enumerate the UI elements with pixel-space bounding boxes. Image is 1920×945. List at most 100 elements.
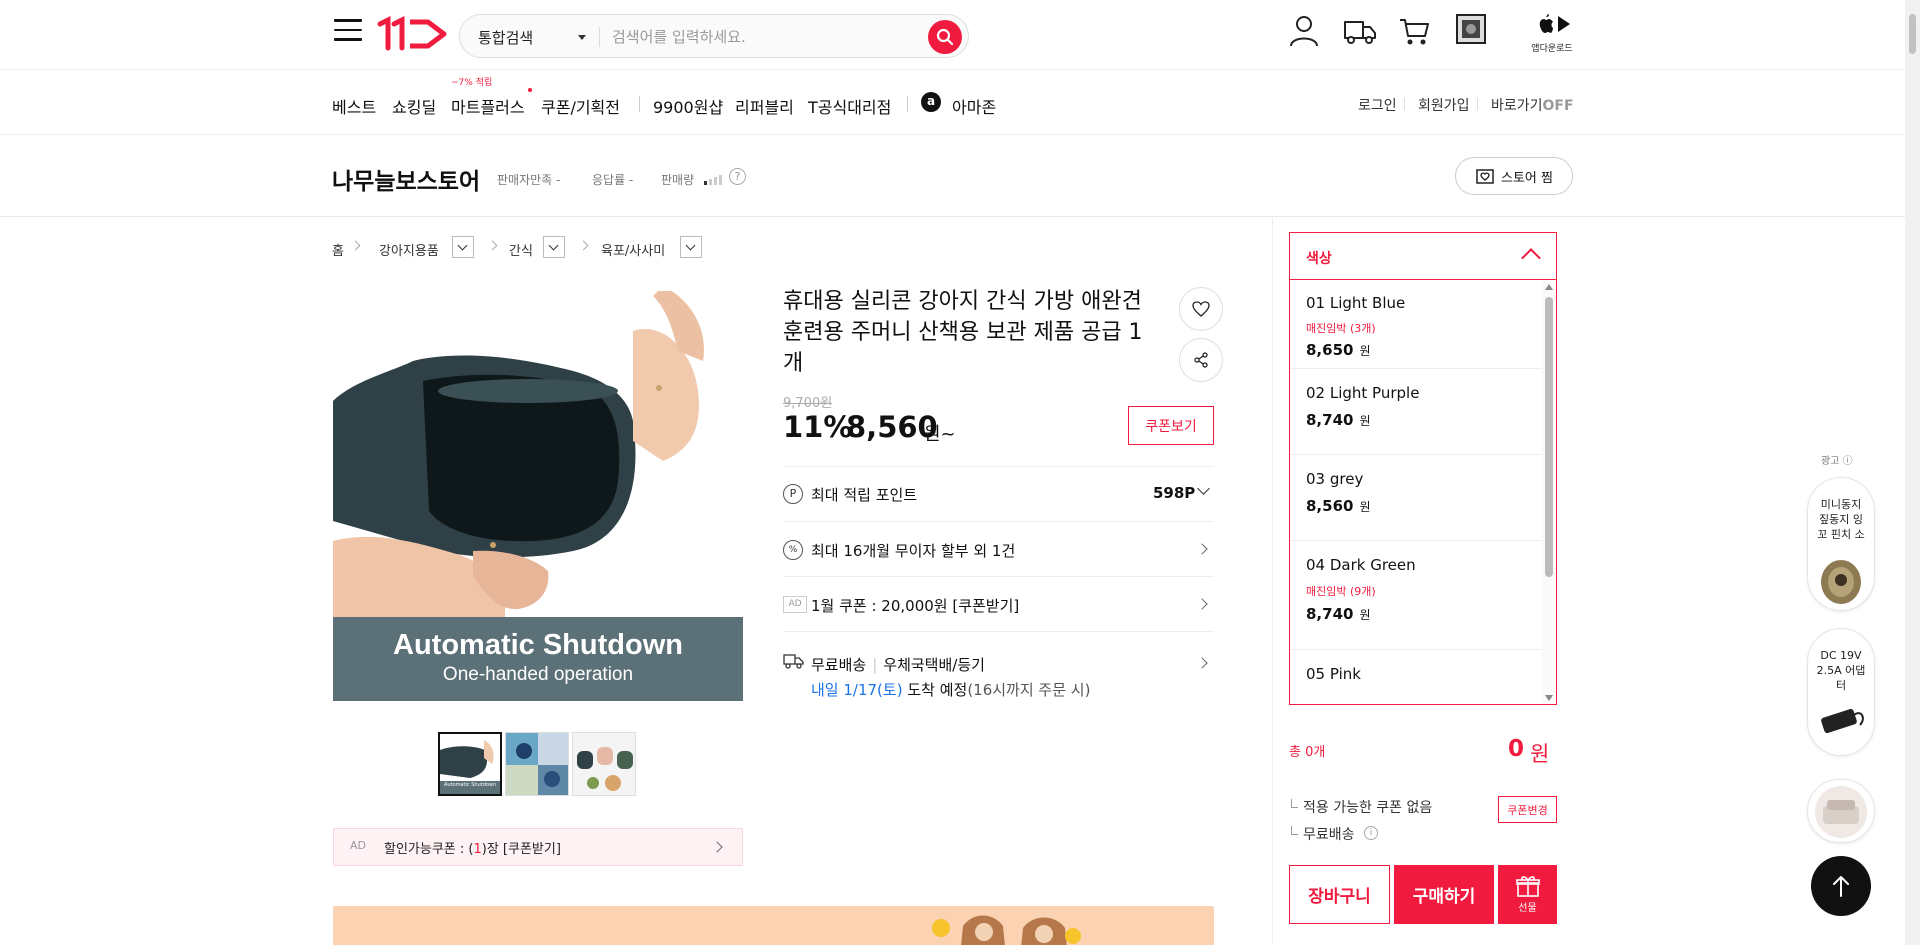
side-ad-card-3[interactable]	[1807, 779, 1875, 843]
amazon-icon[interactable]: a	[921, 92, 941, 112]
option-name: 04 Dark Green	[1306, 556, 1416, 574]
coupon-change-button[interactable]: 쿠폰변경	[1498, 796, 1557, 823]
scrollbar-thumb[interactable]	[1909, 14, 1916, 54]
chevron-down-icon[interactable]	[578, 35, 586, 40]
image-caption-band: Automatic Shutdown One-handed operation	[333, 617, 743, 701]
login-link[interactable]: 로그인	[1358, 95, 1397, 115]
delivery-button[interactable]	[1343, 14, 1377, 54]
info-icon[interactable]: i	[1364, 826, 1378, 840]
nav-item-mart-plus[interactable]: 마트플러스	[451, 94, 525, 118]
side-ad-card-2[interactable]: DC 19V 2.5A 어댑터	[1807, 628, 1875, 756]
app-download-label[interactable]: 앱다운로드	[1530, 41, 1574, 54]
option-item-dark-green[interactable]: 04 Dark Green 매진임박 (9개) 8,740 원	[1290, 541, 1542, 650]
11st-logo[interactable]	[376, 16, 450, 52]
breadcrumb-dog-supplies[interactable]: 강아지용품	[379, 240, 439, 259]
breadcrumb-home[interactable]: 홈	[332, 240, 344, 259]
scrollbar-thumb[interactable]	[1545, 297, 1553, 577]
chevron-right-icon	[350, 240, 361, 251]
share-button[interactable]	[1179, 338, 1223, 382]
color-option-dropdown: 색상 01 Light Blue 매진임박 (3개) 8,650 원 02 Lig…	[1289, 232, 1557, 705]
quick-go-state: OFF	[1542, 98, 1574, 114]
image-caption-title: Automatic Shutdown	[393, 629, 683, 661]
coupon-ad-row[interactable]: AD 1월 쿠폰 : 20,000원 [쿠폰받기]	[783, 576, 1214, 631]
option-item-pink[interactable]: 05 Pink	[1290, 650, 1542, 704]
nav-item-coupon[interactable]: 쿠폰/기획전	[541, 94, 620, 118]
share-icon	[1194, 352, 1208, 368]
breadcrumb-dropdown[interactable]	[680, 236, 702, 258]
thumbnail-2[interactable]	[505, 732, 569, 796]
option-name: 03 grey	[1306, 470, 1364, 488]
scroll-up-arrow[interactable]	[1545, 284, 1553, 290]
points-icon: P	[783, 484, 803, 504]
promo-banner[interactable]	[333, 906, 1214, 945]
add-to-cart-button[interactable]: 장바구니	[1289, 865, 1390, 924]
option-price: 8,650 원	[1306, 341, 1371, 359]
free-shipping-line: 무료배송	[1291, 824, 1355, 844]
points-row[interactable]: P 최대 적립 포인트 598P	[783, 466, 1214, 521]
shipping-row[interactable]: 무료배송 | 우체국택배/등기 내일 1/17(토) 도착 예정(16시까지 주문 …	[783, 631, 1214, 701]
thumbnail-caption: Automatic Shutdown	[444, 782, 497, 788]
search-input[interactable]	[612, 24, 912, 50]
scroll-to-top-button[interactable]	[1811, 856, 1871, 916]
chevron-right-icon	[487, 240, 498, 251]
signup-link[interactable]: 회원가입	[1418, 95, 1470, 115]
nav-item-shocking-deal[interactable]: 쇼킹딜	[392, 94, 436, 118]
option-name: 05 Pink	[1306, 665, 1361, 683]
breadcrumb-jerky[interactable]: 육포/사사미	[601, 240, 665, 259]
chevron-right-icon	[578, 240, 589, 251]
search-button[interactable]	[928, 20, 962, 54]
gift-button[interactable]: 선물	[1498, 865, 1557, 924]
menu-icon[interactable]	[334, 19, 362, 43]
nav-item-9900-shop[interactable]: 9900원샵	[653, 94, 723, 118]
my-page-button[interactable]	[1289, 14, 1319, 54]
silicone-pouch-photo	[333, 291, 743, 617]
price-unit: 원~	[924, 424, 956, 445]
installment-row[interactable]: % 최대 16개월 무이자 할부 외 1건	[783, 521, 1214, 576]
option-name: 02 Light Purple	[1306, 384, 1420, 402]
installment-text: 최대 16개월 무이자 할부 외 1건	[811, 542, 1016, 560]
scroll-down-arrow[interactable]	[1545, 695, 1553, 701]
discount-coupon-bar[interactable]: AD 할인가능쿠폰 : (1)장 [쿠폰받기]	[333, 828, 743, 866]
help-icon[interactable]: ?	[729, 168, 746, 185]
recent-viewed-button[interactable]	[1456, 14, 1486, 54]
nav-item-best[interactable]: 베스트	[332, 94, 376, 118]
shipping-text: 무료배송 | 우체국택배/등기	[811, 656, 985, 674]
side-ad-card-1[interactable]: 미니동지 짚동지 잉꼬 핀치 소	[1807, 477, 1875, 611]
image-caption-subtitle: One-handed operation	[442, 664, 634, 685]
option-item-light-blue[interactable]: 01 Light Blue 매진임박 (3개) 8,650 원	[1290, 281, 1542, 369]
option-scrollbar[interactable]	[1542, 281, 1556, 704]
buy-now-button[interactable]: 구매하기	[1394, 865, 1494, 924]
quick-go-toggle[interactable]: 바로가기OFF	[1491, 95, 1574, 115]
breadcrumb-snacks[interactable]: 간식	[509, 240, 533, 259]
option-item-light-purple[interactable]: 02 Light Purple 8,740 원	[1290, 369, 1542, 455]
thumbnail-1[interactable]: Automatic Shutdown	[438, 732, 502, 796]
thumbnail-3[interactable]	[572, 732, 636, 796]
wishlist-button[interactable]	[1179, 287, 1223, 331]
nav-item-amazon[interactable]: 아마존	[952, 94, 996, 118]
chevron-right-icon	[711, 841, 723, 853]
search-category-select[interactable]: 통합검색	[478, 27, 533, 48]
store-favorite-button[interactable]: 스토어 찜	[1455, 157, 1573, 195]
store-name[interactable]: 나무늘보스토어	[332, 162, 480, 196]
total-price: 0	[1508, 736, 1525, 762]
thumbnail-image	[573, 733, 635, 795]
coupon-view-button[interactable]: 쿠폰보기	[1128, 406, 1214, 445]
product-main-image[interactable]: Automatic Shutdown One-handed operation	[333, 291, 743, 701]
ad-tag: AD	[350, 839, 366, 852]
side-ad-text: 미니동지 짚동지 잉꼬 핀치 소	[1817, 498, 1865, 541]
option-header[interactable]: 색상	[1290, 233, 1556, 280]
discount-rate: 11%	[783, 410, 853, 444]
nav-item-refurbly[interactable]: 리퍼블리	[735, 94, 794, 118]
page-scrollbar[interactable]	[1905, 0, 1920, 945]
response-rate: 응답률 -	[592, 173, 634, 187]
nav-item-t-agency[interactable]: T공식대리점	[808, 94, 891, 118]
sales-volume: 판매량	[661, 173, 695, 187]
apple-play-icon	[1539, 14, 1570, 33]
side-ad-text: DC 19V 2.5A 어댑터	[1816, 649, 1866, 692]
option-item-grey[interactable]: 03 grey 8,560 원	[1290, 455, 1542, 541]
chevron-right-icon	[1196, 598, 1208, 610]
breadcrumb-dropdown[interactable]	[543, 236, 565, 258]
breadcrumb-dropdown[interactable]	[452, 236, 474, 258]
cart-button[interactable]	[1398, 14, 1430, 54]
store-bar: 나무늘보스토어 판매자만족 - 응답률 - 판매량 ? 스토어 찜	[0, 136, 1905, 217]
